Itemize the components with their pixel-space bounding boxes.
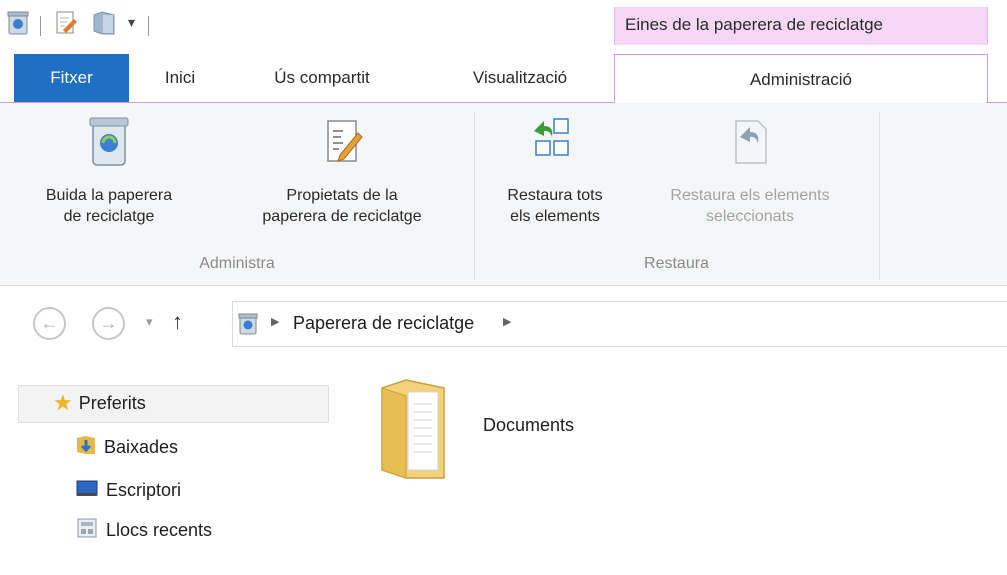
restore-selected-icon <box>632 115 868 175</box>
content-item-name: Documents <box>483 415 575 435</box>
recent-places-icon <box>76 517 98 544</box>
navpane-item-label: Escriptori <box>106 480 182 500</box>
contextual-tab-title: Eines de la paperera de reciclatge <box>625 15 883 34</box>
tab-inici[interactable]: Inici <box>140 54 220 102</box>
qat-separator <box>40 16 41 36</box>
recycle-bin-icon <box>237 312 259 341</box>
restore-all-button[interactable]: Restaura tots els elements <box>480 115 630 227</box>
navpane-favorites-label: Preferits <box>78 392 146 413</box>
tab-administracio[interactable]: Administració <box>614 54 988 105</box>
navpane-item-escriptori[interactable]: Escriptori <box>76 478 181 503</box>
chevron-right-icon[interactable]: ▶ <box>271 315 279 328</box>
navpane-item-llocs-recents[interactable]: Llocs recents <box>76 517 212 544</box>
arrow-right-icon: → <box>99 313 118 333</box>
navpane-item-baixades[interactable]: Baixades <box>76 434 178 461</box>
star-icon: ★ <box>53 390 73 415</box>
contextual-tab-header: Eines de la paperera de reciclatge <box>614 7 988 45</box>
tab-label: Fitxer <box>50 68 93 87</box>
folder-icon <box>378 378 448 489</box>
navpane-item-label: Llocs recents <box>106 520 213 540</box>
tab-us-compartit[interactable]: Ús compartit <box>232 54 412 102</box>
content-item-documents[interactable]: Documents <box>372 370 632 490</box>
restore-all-icon <box>480 115 630 175</box>
address-bar[interactable]: ▶ Paperera de reciclatge ▶ <box>232 301 1007 347</box>
up-button[interactable]: ↑ <box>172 309 183 335</box>
group-label-restaura: Restaura <box>644 255 709 272</box>
restore-selected-button[interactable]: Restaura els elements seleccionats <box>632 115 868 227</box>
navpane-favorites[interactable]: ★ Preferits <box>53 390 146 416</box>
tab-fitxer[interactable]: Fitxer <box>14 54 129 102</box>
button-label-line1: Propietats de la <box>286 187 398 204</box>
breadcrumb-recycle-bin[interactable]: Paperera de reciclatge <box>293 313 474 334</box>
navpane-item-label: Baixades <box>104 437 179 457</box>
new-folder-icon[interactable] <box>92 10 116 41</box>
group-separator <box>879 112 880 280</box>
button-label-line1: Restaura tots <box>507 187 603 204</box>
tab-label: Inici <box>164 68 196 87</box>
recent-locations-dropdown-icon[interactable]: ▾ <box>146 314 153 330</box>
arrow-left-icon: ← <box>40 313 59 333</box>
tab-label: Administració <box>749 70 853 89</box>
customize-dropdown-icon[interactable]: ▾ <box>128 14 135 31</box>
desktop-icon <box>76 478 98 503</box>
group-label-administra: Administra <box>199 255 275 272</box>
button-label-line1: Restaura els elements <box>670 187 830 204</box>
button-label-line2: de reciclatge <box>63 208 155 225</box>
recycle-bin-properties-button[interactable]: Propietats de la paperera de reciclatge <box>222 115 462 227</box>
back-button[interactable]: ← <box>33 307 66 340</box>
title-bar: ▾ Eines de la paperera de reciclatge <box>0 0 1007 45</box>
empty-recycle-bin-button[interactable]: Buida la paperera de reciclatge <box>4 115 214 227</box>
downloads-icon <box>76 434 96 461</box>
button-label-line2: seleccionats <box>705 208 795 225</box>
recycle-bin-icon[interactable] <box>6 10 30 41</box>
properties-icon <box>222 115 462 175</box>
tab-label: Ús compartit <box>274 68 370 87</box>
tab-visualitzacio[interactable]: Visualització <box>440 54 600 102</box>
tab-label: Visualització <box>472 68 568 87</box>
chevron-right-icon[interactable]: ▶ <box>503 315 511 328</box>
forward-button[interactable]: → <box>92 307 125 340</box>
button-label-line2: paperera de reciclatge <box>262 208 422 225</box>
button-label-line2: els elements <box>510 208 600 225</box>
qat-separator <box>148 16 149 36</box>
button-label-line1: Buida la paperera <box>45 187 173 204</box>
properties-icon[interactable] <box>54 10 78 41</box>
recycle-bin-icon <box>4 115 214 175</box>
